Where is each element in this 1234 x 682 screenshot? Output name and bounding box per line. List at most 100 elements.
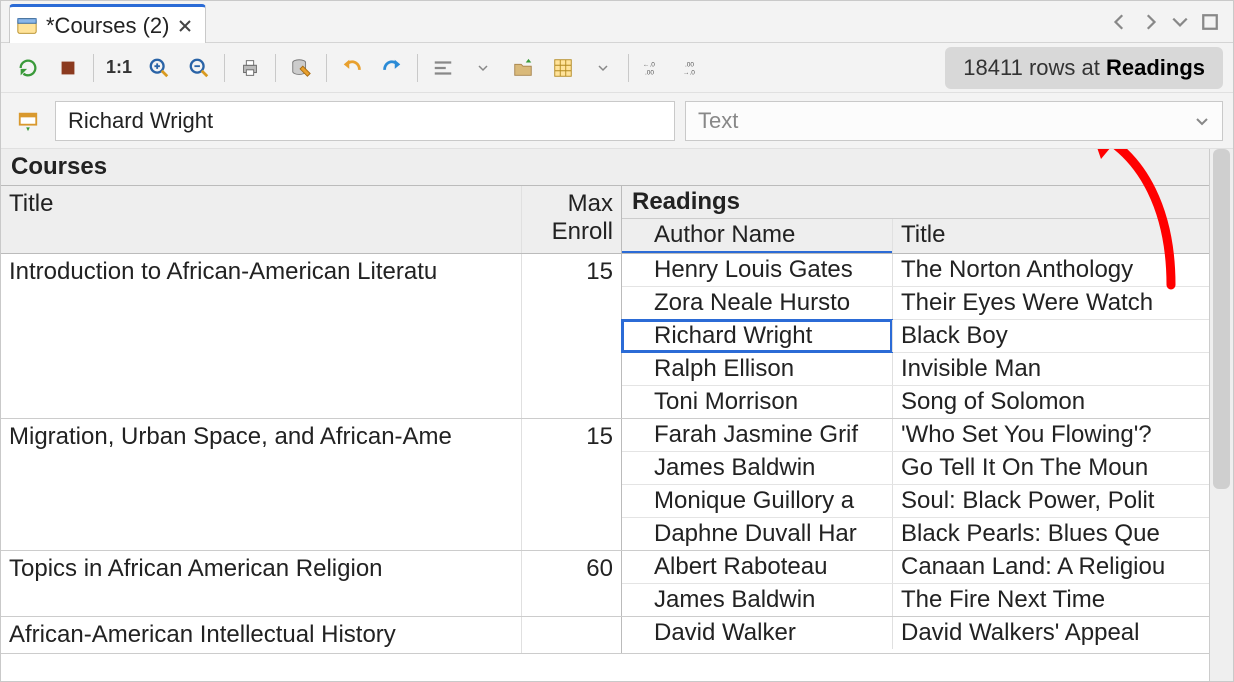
reading-row: Toni MorrisonSong of Solomon [622,386,1209,418]
edit-button[interactable] [284,51,318,85]
chevron-down-icon [477,62,489,74]
filter-bar: Text [1,93,1233,149]
chevron-down-icon [1194,113,1210,129]
course-row: Introduction to African-American Literat… [1,254,1209,419]
readings-header: Readings [622,186,1209,219]
reading-title-cell[interactable]: Canaan Land: A Religiou [892,551,1209,583]
author-cell[interactable]: David Walker [622,617,892,649]
reading-row: Henry Louis GatesThe Norton Anthology [622,254,1209,287]
ratio-button[interactable]: 1:1 [102,57,136,78]
reading-title-cell[interactable]: The Fire Next Time [892,584,1209,616]
reading-title-cell[interactable]: Invisible Man [892,353,1209,385]
stop-button[interactable] [51,51,85,85]
course-row: African-American Intellectual History Dav… [1,617,1209,654]
chevron-down-icon [597,62,609,74]
decimal-decrease-button[interactable]: ←.0.00 [637,51,671,85]
reading-title-cell[interactable]: Go Tell It On The Moun [892,452,1209,484]
svg-text:→.0: →.0 [683,69,695,76]
tab-courses[interactable]: *Courses (2) [9,4,206,45]
panel-toggle-button[interactable] [11,104,45,138]
course-title-cell[interactable]: Introduction to African-American Literat… [1,254,521,418]
author-cell[interactable]: Daphne Duvall Har [622,518,892,550]
course-title-cell[interactable]: Migration, Urban Space, and African-Ame [1,419,521,550]
row-count-table: Readings [1106,55,1205,80]
zoom-in-icon [148,57,170,79]
tab-controls [1111,13,1225,31]
reading-row: James BaldwinGo Tell It On The Moun [622,452,1209,485]
tab-title: *Courses (2) [46,13,169,39]
grid-button[interactable] [546,51,580,85]
refresh-button[interactable] [11,51,45,85]
reading-title-cell[interactable]: Soul: Black Power, Polit [892,485,1209,517]
decimal-increase-icon: .00→.0 [683,57,705,79]
author-cell[interactable]: Farah Jasmine Grif [622,419,892,451]
reading-title-cell[interactable]: Black Pearls: Blues Que [892,518,1209,550]
tab-menu-icon[interactable] [1171,13,1189,31]
reading-row: James BaldwinThe Fire Next Time [622,584,1209,616]
tab-bar: *Courses (2) [1,1,1233,43]
reading-title-cell[interactable]: David Walkers' Appeal [892,617,1209,649]
filter-input[interactable] [55,101,675,141]
author-cell[interactable]: Zora Neale Hursto [622,287,892,319]
align-button[interactable] [426,51,460,85]
redo-button[interactable] [375,51,409,85]
col-header-title[interactable]: Title [1,186,521,253]
column-headers: Title Max Enroll Readings Author Name Ti… [1,186,1209,254]
decimal-increase-button[interactable]: .00→.0 [677,51,711,85]
folder-export-icon [512,57,534,79]
zoom-out-button[interactable] [182,51,216,85]
max-enroll-cell[interactable]: 15 [521,419,621,550]
course-title-cell[interactable]: African-American Intellectual History [1,617,521,653]
col-header-author[interactable]: Author Name [622,219,892,253]
reading-row: Ralph EllisonInvisible Man [622,353,1209,386]
col-header-reading-title[interactable]: Title [892,219,1209,253]
author-cell[interactable]: Ralph Ellison [622,353,892,385]
author-cell[interactable]: Monique Guillory a [622,485,892,517]
max-enroll-cell[interactable]: 15 [521,254,621,418]
grid-icon [552,57,574,79]
export-button[interactable] [506,51,540,85]
col-header-max-enroll[interactable]: Max Enroll [521,186,621,253]
tab-prev-icon[interactable] [1111,13,1129,31]
refresh-icon [17,57,39,79]
reading-row: Albert RaboteauCanaan Land: A Religiou [622,551,1209,584]
dropdown-1[interactable] [466,51,500,85]
dropdown-2[interactable] [586,51,620,85]
reading-title-cell[interactable]: Song of Solomon [892,386,1209,418]
type-select-label: Text [698,108,738,134]
reading-title-cell[interactable]: 'Who Set You Flowing'? [892,419,1209,451]
tab-next-icon[interactable] [1141,13,1159,31]
reading-row: Farah Jasmine Grif'Who Set You Flowing'? [622,419,1209,452]
scrollbar-thumb[interactable] [1213,149,1230,489]
row-count-pill[interactable]: 18411 rows at Readings [945,47,1223,89]
reading-row: Zora Neale HurstoTheir Eyes Were Watch [622,287,1209,320]
print-button[interactable] [233,51,267,85]
reading-row: Monique Guillory aSoul: Black Power, Pol… [622,485,1209,518]
course-row: Migration, Urban Space, and African-Ame1… [1,419,1209,551]
maximize-icon[interactable] [1201,13,1219,31]
reading-title-cell[interactable]: The Norton Anthology [892,254,1209,286]
author-cell[interactable]: Richard Wright [622,320,892,352]
max-enroll-cell[interactable] [521,617,621,653]
close-icon[interactable] [177,18,193,34]
author-cell[interactable]: Toni Morrison [622,386,892,418]
svg-text:.00: .00 [645,69,654,76]
data-grid[interactable]: Courses Title Max Enroll Readings Author… [1,149,1209,681]
vertical-scrollbar[interactable] [1209,149,1233,681]
svg-text:←.0: ←.0 [643,61,655,68]
zoom-in-button[interactable] [142,51,176,85]
author-cell[interactable]: James Baldwin [622,452,892,484]
author-cell[interactable]: Henry Louis Gates [622,254,892,286]
svg-text:.00: .00 [685,61,694,68]
course-title-cell[interactable]: Topics in African American Religion [1,551,521,616]
author-cell[interactable]: Albert Raboteau [622,551,892,583]
zoom-out-icon [188,57,210,79]
reading-title-cell[interactable]: Their Eyes Were Watch [892,287,1209,319]
max-enroll-cell[interactable]: 60 [521,551,621,616]
reading-title-cell[interactable]: Black Boy [892,320,1209,352]
reading-row: Daphne Duvall HarBlack Pearls: Blues Que [622,518,1209,550]
decimal-decrease-icon: ←.0.00 [643,57,665,79]
type-select[interactable]: Text [685,101,1223,141]
undo-button[interactable] [335,51,369,85]
author-cell[interactable]: James Baldwin [622,584,892,616]
